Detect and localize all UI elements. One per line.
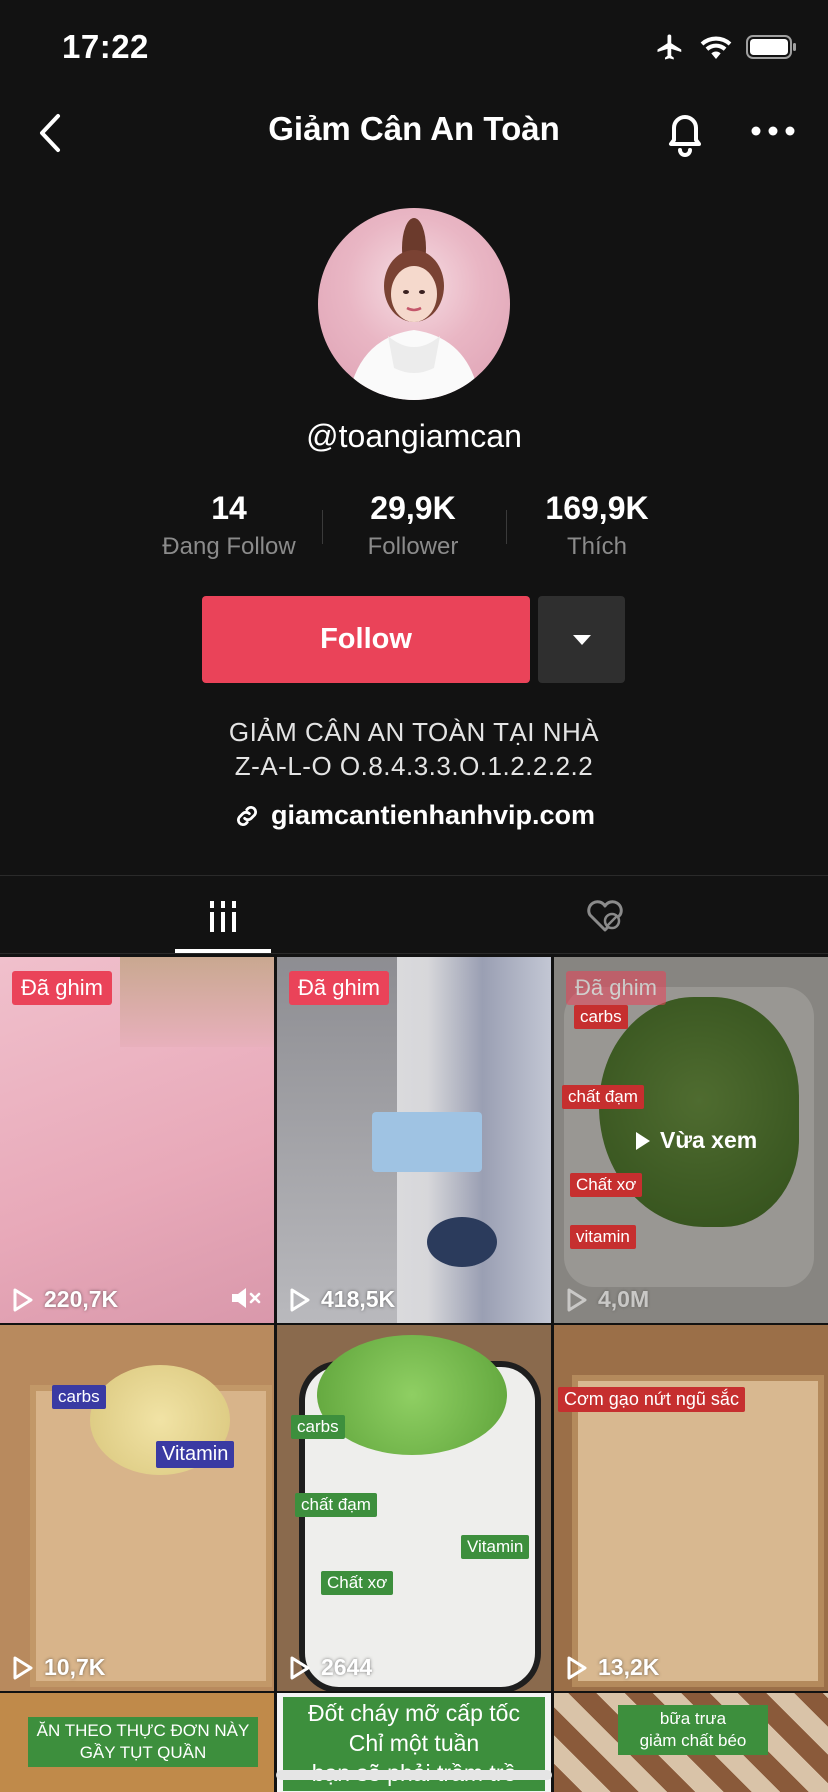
profile-link-text: giamcantienhanhvip.com [270,800,596,830]
caption-line: giảm chất béo [639,1731,747,1751]
tag-label: chất đạm [295,1493,377,1517]
follow-button[interactable]: Follow [202,596,530,683]
tag-label: carbs [574,1005,628,1029]
caption-line: Chỉ một tuần [348,1729,480,1756]
play-icon [13,1288,33,1311]
sofa-shape [372,1112,482,1172]
stat-followers[interactable]: 29,9K Follower [313,490,513,561]
stat-likes-value: 169,9K [545,490,649,526]
mute-icon[interactable] [230,1285,262,1311]
more-icon [751,126,795,136]
play-icon [13,1656,33,1679]
caret-down-icon [572,634,591,645]
tag-label: Cơm gạo nứt ngũ sắc [558,1387,745,1412]
view-count-text: 13,2K [598,1654,660,1680]
rug-shape [427,1217,497,1267]
view-count: 418,5K [289,1286,395,1313]
pinned-badge: Đã ghim [12,971,112,1005]
view-count: 2644 [289,1654,372,1681]
divider [0,953,828,954]
divider [0,875,828,876]
home-indicator[interactable] [276,1770,552,1780]
video-thumbnail[interactable]: Đã ghim 418,5K [277,957,551,1323]
view-count-text: 10,7K [44,1654,106,1680]
video-thumbnail[interactable]: Đã ghim 220,7K [0,957,274,1323]
profile-link[interactable]: giamcantienhanhvip.com [0,800,828,831]
stat-likes[interactable]: 169,9K Thích [497,490,697,561]
video-caption: bữa trưa giảm chất béo [618,1705,768,1756]
tab-liked[interactable] [382,880,828,952]
video-thumbnail[interactable]: carbs Vitamin 10,7K [0,1325,274,1691]
grid-icon [210,901,236,932]
tag-label: Vitamin [461,1535,530,1559]
view-count: 13,2K [566,1654,659,1681]
tag-label: Vitamin [156,1441,235,1468]
tag-label: carbs [291,1415,345,1439]
avatar-portrait-image [348,218,480,400]
caption-line: Đốt cháy mỡ cấp tốc [308,1700,520,1726]
box-shape [572,1375,824,1687]
video-thumbnail[interactable]: Cơm gạo nứt ngũ sắc 13,2K [554,1325,828,1691]
view-count-text: 220,7K [44,1286,119,1312]
hidden-heart-icon [587,900,623,932]
view-count: 220,7K [12,1286,118,1313]
video-thumbnail[interactable]: bữa trưa giảm chất béo [554,1693,828,1792]
lettuce-shape [317,1335,507,1455]
airplane-icon [657,34,682,60]
view-count: 10,7K [12,1654,105,1681]
caption-line: bữa trưa [659,1709,727,1728]
tag-label: Chất xơ [321,1571,394,1595]
video-thumbnail[interactable]: ĂN THEO THỰC ĐƠN NÀY GẦY TỤT QUẦN [0,1693,274,1792]
stat-followers-value: 29,9K [370,490,456,526]
view-count-text: 2644 [321,1654,373,1680]
stat-following[interactable]: 14 Đang Follow [129,490,329,561]
suggested-accounts-button[interactable] [538,596,625,683]
video-thumbnail[interactable]: carbs chất đạm Chất xơ Vitamin 2644 [277,1325,551,1691]
stat-likes-label: Thích [566,533,628,560]
profile-handle: @toangiamcan [306,418,522,454]
view-count: 4,0M [566,1286,649,1313]
recently-watched-text: Vừa xem [660,1127,758,1153]
play-icon [567,1288,587,1311]
view-count-text: 418,5K [321,1286,396,1312]
pinned-badge: Đã ghim [566,971,666,1005]
play-icon [290,1656,310,1679]
bio-line: Z-A-L-O O.8.4.3.3.O.1.2.2.2.2 [234,751,594,781]
avatar [318,208,510,400]
tag-label: Chất xơ [570,1173,643,1197]
stat-following-value: 14 [211,490,247,526]
tag-label: carbs [52,1385,106,1409]
pinned-badge: Đã ghim [289,971,389,1005]
more-options-button[interactable] [748,116,798,146]
stat-following-label: Đang Follow [162,533,296,560]
hand-shape [120,957,274,1047]
recently-watched-label: Vừa xem [634,1127,757,1154]
play-icon [290,1288,310,1311]
video-caption: ĂN THEO THỰC ĐƠN NÀY GẦY TỤT QUẦN [28,1717,258,1768]
tab-videos[interactable] [0,880,446,952]
view-count-text: 4,0M [598,1286,650,1312]
notification-bell-button[interactable] [660,106,710,158]
play-icon [636,1131,650,1150]
status-time: 17:22 [62,28,149,65]
status-icons [654,32,798,62]
bell-icon [669,115,701,157]
video-thumbnail[interactable]: Đã ghim carbs chất đạm Chất xơ vitamin V… [554,957,828,1323]
tag-label: vitamin [570,1225,636,1249]
tag-label: chất đạm [562,1085,644,1109]
battery-icon [746,35,796,59]
caption-line: GẦY TỤT QUẦN [79,1743,207,1763]
link-icon [236,805,257,826]
wifi-icon [700,36,732,59]
caption-line: ĂN THEO THỰC ĐƠN NÀY [36,1721,250,1740]
stat-followers-label: Follower [367,533,459,560]
bio-line: GIẢM CÂN AN TOÀN TẠI NHÀ [228,717,600,747]
play-icon [567,1656,587,1679]
